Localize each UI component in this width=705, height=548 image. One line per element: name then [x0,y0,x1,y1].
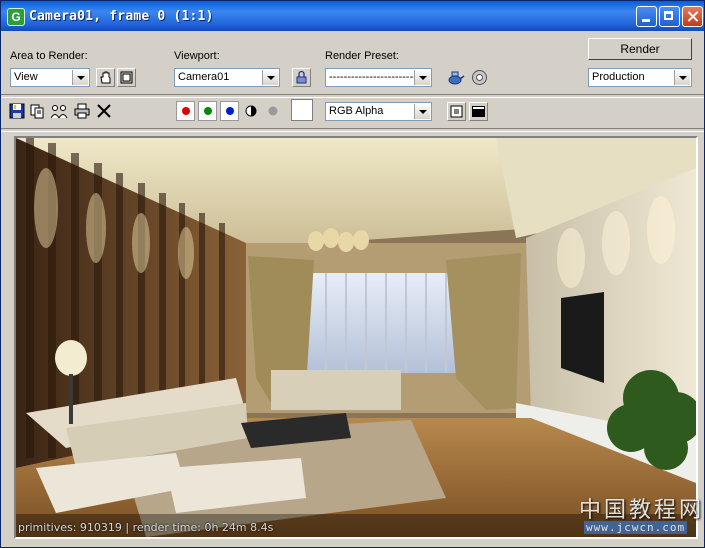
copy-icon [30,104,44,119]
mono-toggle[interactable] [244,104,260,120]
monochrome-button[interactable] [469,102,488,121]
print-button[interactable] [74,103,90,119]
clear-icon [97,104,111,118]
half-circle-icon [245,105,257,117]
render-preset-dropdown[interactable]: --------------------------- [325,68,432,87]
green-dot-icon [204,107,212,115]
minimize-button[interactable] [636,6,657,27]
save-icon [9,103,25,119]
clear-button[interactable] [96,103,112,119]
green-channel-toggle[interactable] [198,101,217,121]
render-preset-label: Render Preset: [325,50,399,62]
living-room-render [16,138,696,537]
area-to-render-dropdown[interactable]: View [10,68,90,87]
environment-button[interactable] [470,68,489,87]
frame-icon [450,105,463,118]
render-frame-window: G Camera01, frame 0 (1:1) Area to Render… [0,0,705,548]
blue-dot-icon [226,107,234,115]
chevron-down-icon [72,70,88,85]
viewport-label: Viewport: [174,50,220,62]
window-title: Camera01, frame 0 (1:1) [29,9,214,24]
auto-region-button[interactable] [117,68,136,87]
divider [1,128,704,132]
area-to-render-value: View [14,71,38,83]
clone-icon [50,105,68,119]
lock-viewport-button[interactable] [292,68,311,87]
copy-image-button[interactable] [29,103,45,119]
chevron-down-icon [414,70,430,85]
blue-channel-toggle[interactable] [220,101,239,121]
render-mode-value: Production [592,71,645,83]
display-channel-button[interactable] [447,102,466,121]
teapot-icon [448,71,465,85]
alpha-toggle[interactable] [266,104,282,120]
edit-region-button[interactable] [96,68,115,87]
save-image-button[interactable] [9,103,25,119]
maximize-button[interactable] [659,6,680,27]
close-button[interactable] [682,6,703,27]
gray-dot-icon [268,106,278,116]
red-channel-toggle[interactable] [176,101,195,121]
render-setup-button[interactable] [446,68,465,87]
black-frame-icon [472,106,485,117]
area-to-render-label: Area to Render: [10,50,88,62]
watermark-url: www.jcwcn.com [584,521,688,534]
chevron-down-icon [262,70,278,85]
app-icon: G [7,8,25,26]
region-icon [120,71,133,84]
channel-dropdown[interactable]: RGB Alpha [325,102,432,121]
render-button[interactable]: Render [588,38,692,60]
render-status-text: primitives: 910319 | render time: 0h 24m… [18,521,274,534]
chevron-down-icon [414,104,430,119]
lock-icon [296,70,307,84]
print-icon [74,103,90,119]
viewport-value: Camera01 [178,71,230,83]
viewport-dropdown[interactable]: Camera01 [174,68,280,87]
rendered-image [14,136,698,539]
hand-icon [100,71,111,84]
title-bar[interactable]: G Camera01, frame 0 (1:1) [1,1,704,31]
color-swatch[interactable] [291,99,313,121]
chevron-down-icon [674,70,690,85]
channel-value: RGB Alpha [329,105,384,117]
divider [1,94,704,98]
gear-icon [472,70,487,85]
red-dot-icon [182,107,190,115]
render-mode-dropdown[interactable]: Production [588,68,692,87]
watermark-cn: 中国教程网 [579,498,705,523]
clone-window-button[interactable] [50,103,68,119]
